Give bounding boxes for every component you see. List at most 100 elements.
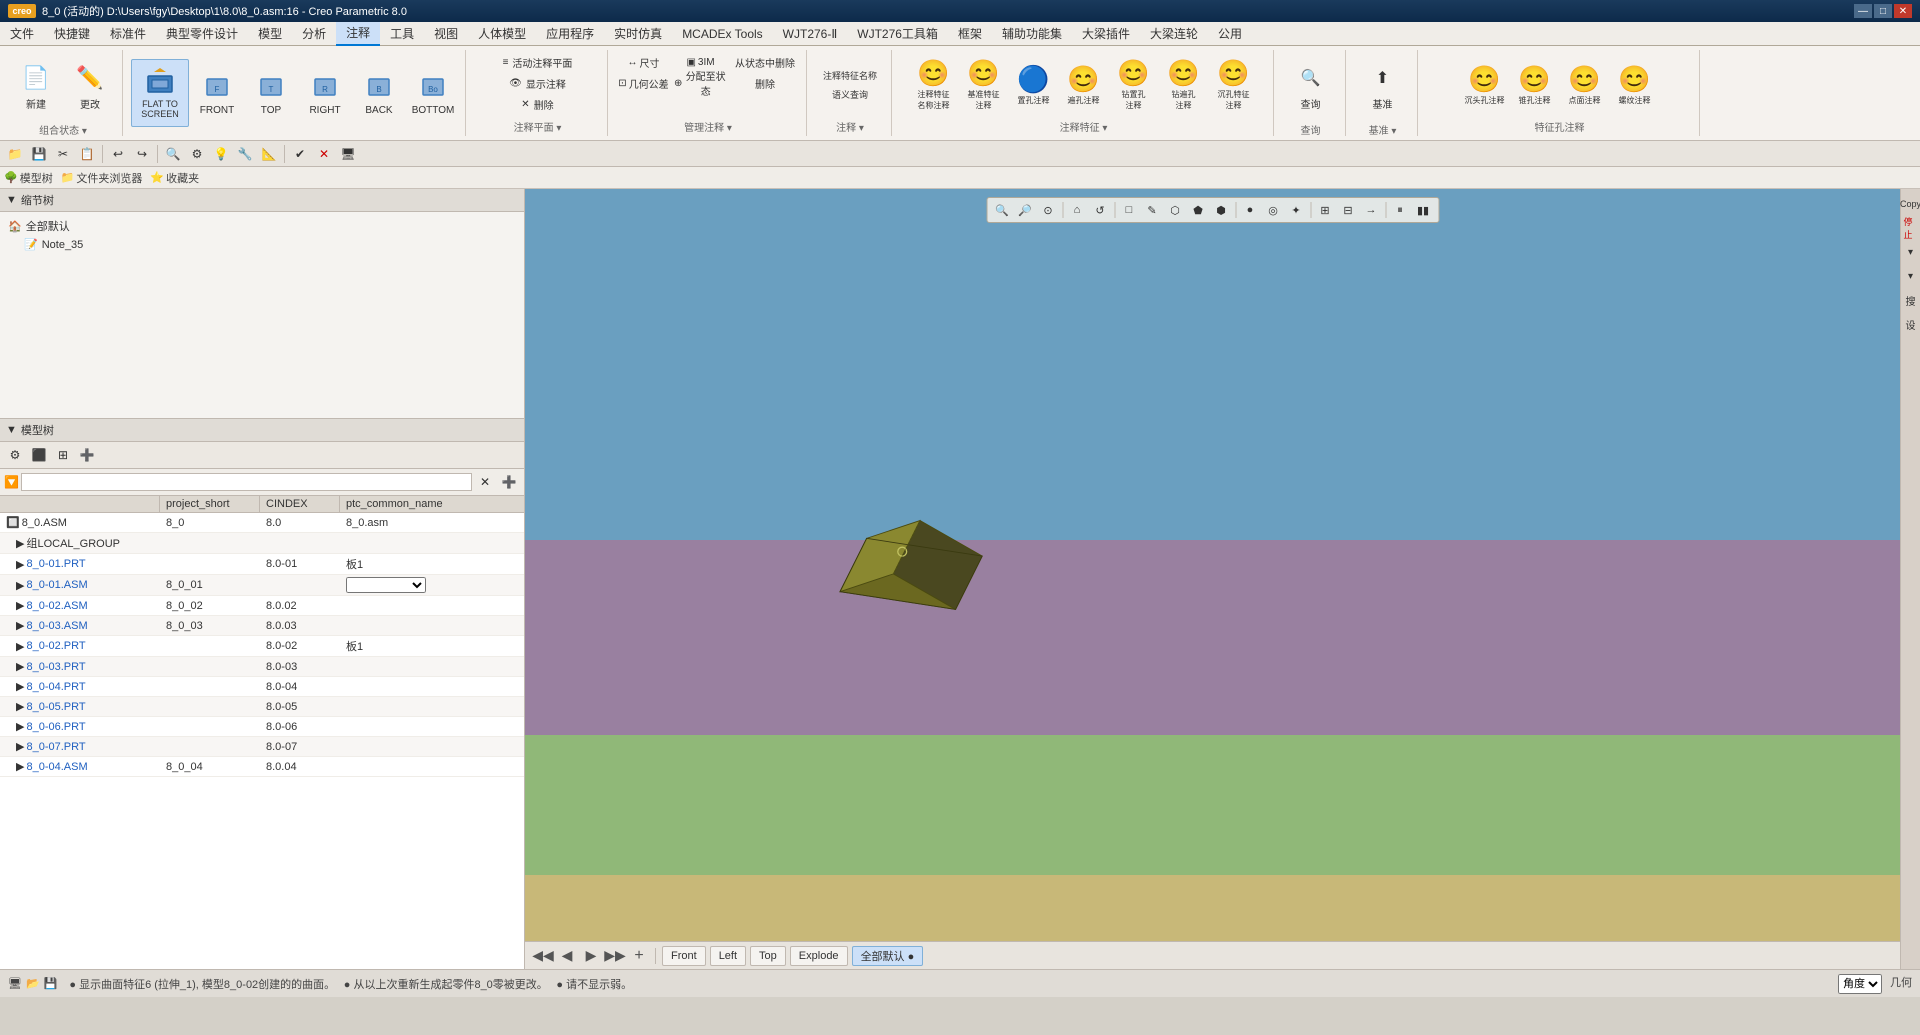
tb-stop[interactable]: ✕ — [313, 143, 335, 165]
table-row[interactable]: 🔲 8_0.ASM 8_0 8.0 8_0.asm — [0, 513, 524, 533]
rp-stop-btn[interactable]: 停止 — [1903, 217, 1919, 239]
menu-framework[interactable]: 框架 — [948, 22, 992, 46]
view-btn-front[interactable]: Front — [662, 946, 706, 966]
viewport[interactable]: 🔍 🔎 ⊙ ⌂ ↺ □ ✎ ⬡ ⬟ ⬢ ● ◎ — [525, 189, 1900, 969]
tb-redo[interactable]: ↪ — [131, 143, 153, 165]
mt-expand-btn[interactable]: ⊞ — [52, 444, 74, 466]
menu-shortcut[interactable]: 快捷键 — [44, 22, 100, 46]
menu-beam-wheel[interactable]: 大梁连轮 — [1140, 22, 1208, 46]
tb-settings[interactable]: ⚙ — [186, 143, 208, 165]
vp-btn-hex3[interactable]: ⬢ — [1210, 200, 1232, 220]
nav-first-btn[interactable]: ◀◀ — [533, 946, 553, 966]
ribbon-btn-edit[interactable]: ✏️ 更改 — [64, 52, 116, 120]
menu-assist[interactable]: 辅助功能集 — [992, 22, 1072, 46]
ribbon-btn-emoji4[interactable]: 😊 遍孔注释 — [1060, 54, 1108, 116]
tb-new[interactable]: 📁 — [4, 143, 26, 165]
ribbon-btn-emoji1[interactable]: 😊 注释特征名称注释 — [910, 54, 958, 116]
tb-cut[interactable]: ✂ — [52, 143, 74, 165]
ribbon-btn-countersink[interactable]: 😊 锥孔注释 — [1511, 54, 1559, 116]
vp-btn-draw[interactable]: ✎ — [1141, 200, 1163, 220]
nav-prev-btn[interactable]: ◀ — [557, 946, 577, 966]
vp-btn-zoom-in[interactable]: 🔍 — [991, 200, 1013, 220]
ribbon-btn-remove[interactable]: 删除 — [730, 73, 800, 93]
view-btn-explode[interactable]: Explode — [790, 946, 848, 966]
ribbon-btn-thread[interactable]: 😊 螺纹注释 — [1611, 54, 1659, 116]
sub-model-tree-tab[interactable]: 🌳 模型树 — [4, 170, 53, 186]
sub-folder-tab[interactable]: 📁 文件夹浏览器 — [61, 170, 143, 186]
sub-favorites-tab[interactable]: ⭐ 收藏夹 — [150, 170, 199, 186]
ribbon-btn-bottom[interactable]: Bo BOTTOM — [407, 59, 459, 127]
menu-apps[interactable]: 应用程序 — [536, 22, 604, 46]
tree-item-note35[interactable]: 📝 Note_35 — [4, 236, 520, 253]
ribbon-btn-geo-tol[interactable]: ⊡ 几何公差 — [616, 73, 671, 93]
ribbon-btn-spotface[interactable]: 😊 点面注释 — [1561, 54, 1609, 116]
ribbon-btn-flat-to-screen[interactable]: FLAT TOSCREEN — [131, 59, 189, 127]
table-row[interactable]: ▶ 8_0-01.ASM 8_0_01 — [0, 575, 524, 596]
ribbon-btn-top[interactable]: T TOP — [245, 59, 297, 127]
rp-copy-btn[interactable]: Copy — [1903, 193, 1919, 215]
vp-btn-circle[interactable]: ● — [1239, 200, 1261, 220]
menu-human[interactable]: 人体模型 — [468, 22, 536, 46]
menu-standard[interactable]: 标准件 — [100, 22, 156, 46]
close-button[interactable]: ✕ — [1894, 4, 1912, 18]
tb-save[interactable]: 💾 — [28, 143, 50, 165]
table-row[interactable]: ▶ 8_0-02.ASM 8_0_02 8.0.02 — [0, 596, 524, 616]
table-row[interactable]: ▶ 8_0-06.PRT 8.0-06 — [0, 717, 524, 737]
vp-btn-hex1[interactable]: ⬡ — [1164, 200, 1186, 220]
ribbon-btn-active-ann[interactable]: ≡ 活动注释平面 — [478, 52, 598, 72]
vp-btn-fit[interactable]: ⊙ — [1037, 200, 1059, 220]
ribbon-btn-emoji3[interactable]: 🔵 置孔注释 — [1010, 54, 1058, 116]
menu-analysis[interactable]: 分析 — [292, 22, 336, 46]
menu-typical[interactable]: 典型零件设计 — [156, 22, 248, 46]
tree-item-default[interactable]: 🏠 全部默认 — [4, 216, 520, 236]
rp-chevron-down[interactable]: ▾ — [1900, 241, 1920, 263]
mt-add-btn[interactable]: ➕ — [76, 444, 98, 466]
tb-light[interactable]: 💡 — [210, 143, 232, 165]
menu-tools[interactable]: 工具 — [380, 22, 424, 46]
table-row[interactable]: ▶ 8_0-04.ASM 8_0_04 8.0.04 — [0, 757, 524, 777]
tb-screen[interactable]: 🖥 — [337, 143, 359, 165]
rp-chevron-down2[interactable]: ▾ — [1900, 265, 1920, 287]
ribbon-btn-query[interactable]: 语义查询 — [815, 85, 885, 103]
ribbon-btn-front[interactable]: F FRONT — [191, 59, 243, 127]
ribbon-btn-emoji2[interactable]: 😊 基准特征注释 — [960, 54, 1008, 116]
vp-btn-rotate[interactable]: ↺ — [1089, 200, 1111, 220]
tb-copy[interactable]: 📋 — [76, 143, 98, 165]
view-btn-default[interactable]: 全部默认 ● — [852, 946, 924, 966]
vp-btn-ring[interactable]: ◎ — [1262, 200, 1284, 220]
ribbon-btn-from-state[interactable]: 从状态中删除 — [730, 52, 800, 72]
table-row[interactable]: ▶ 8_0-05.PRT 8.0-05 — [0, 697, 524, 717]
ribbon-btn-emoji5[interactable]: 😊 钻置孔注释 — [1110, 54, 1158, 116]
table-row[interactable]: ▶ 8_0-04.PRT 8.0-04 — [0, 677, 524, 697]
ribbon-btn-back[interactable]: B BACK — [353, 59, 405, 127]
tb-undo[interactable]: ↩ — [107, 143, 129, 165]
ribbon-btn-ann-feat-name[interactable]: 注释特征名称 — [815, 66, 885, 84]
ribbon-btn-new[interactable]: 📄 新建 — [10, 52, 62, 120]
table-row[interactable]: ▶ 组LOCAL_GROUP — [0, 533, 524, 554]
mt-settings-btn[interactable]: ⚙ — [4, 444, 26, 466]
vp-btn-hex2[interactable]: ⬟ — [1187, 200, 1209, 220]
table-row[interactable]: ▶ 8_0-02.PRT 8.0-02 板1 — [0, 636, 524, 657]
mt-col-btn[interactable]: ⬛ — [28, 444, 50, 466]
vp-btn-minus[interactable]: ⊟ — [1337, 200, 1359, 220]
filter-input[interactable] — [21, 473, 472, 491]
menu-view[interactable]: 视图 — [424, 22, 468, 46]
feature-tree-header[interactable]: ▼ 缩节树 — [0, 189, 524, 212]
menu-model[interactable]: 模型 — [248, 22, 292, 46]
vp-btn-star[interactable]: ✦ — [1285, 200, 1307, 220]
filter-add-btn[interactable]: ➕ — [498, 471, 520, 493]
table-row[interactable]: ▶ 8_0-03.ASM 8_0_03 8.0.03 — [0, 616, 524, 636]
minimize-button[interactable]: — — [1854, 4, 1872, 18]
menu-common[interactable]: 公用 — [1208, 22, 1252, 46]
vp-btn-pause[interactable]: ⏸ — [1389, 200, 1411, 220]
menu-simulation[interactable]: 实时仿真 — [604, 22, 672, 46]
vp-btn-rect[interactable]: □ — [1118, 200, 1140, 220]
table-row[interactable]: ▶ 8_0-07.PRT 8.0-07 — [0, 737, 524, 757]
vp-btn-stop[interactable]: ▮▮ — [1412, 200, 1434, 220]
table-row[interactable]: ▶ 8_0-03.PRT 8.0-03 — [0, 657, 524, 677]
menu-wjt276[interactable]: WJT276-Ⅱ — [773, 22, 848, 46]
filter-clear-btn[interactable]: ✕ — [474, 471, 496, 493]
nav-add-btn[interactable]: + — [629, 946, 649, 966]
ribbon-btn-assign[interactable]: ⊕ 分配至状态 — [673, 73, 728, 93]
ribbon-btn-query-main[interactable]: 🔍 查询 — [1285, 52, 1337, 120]
